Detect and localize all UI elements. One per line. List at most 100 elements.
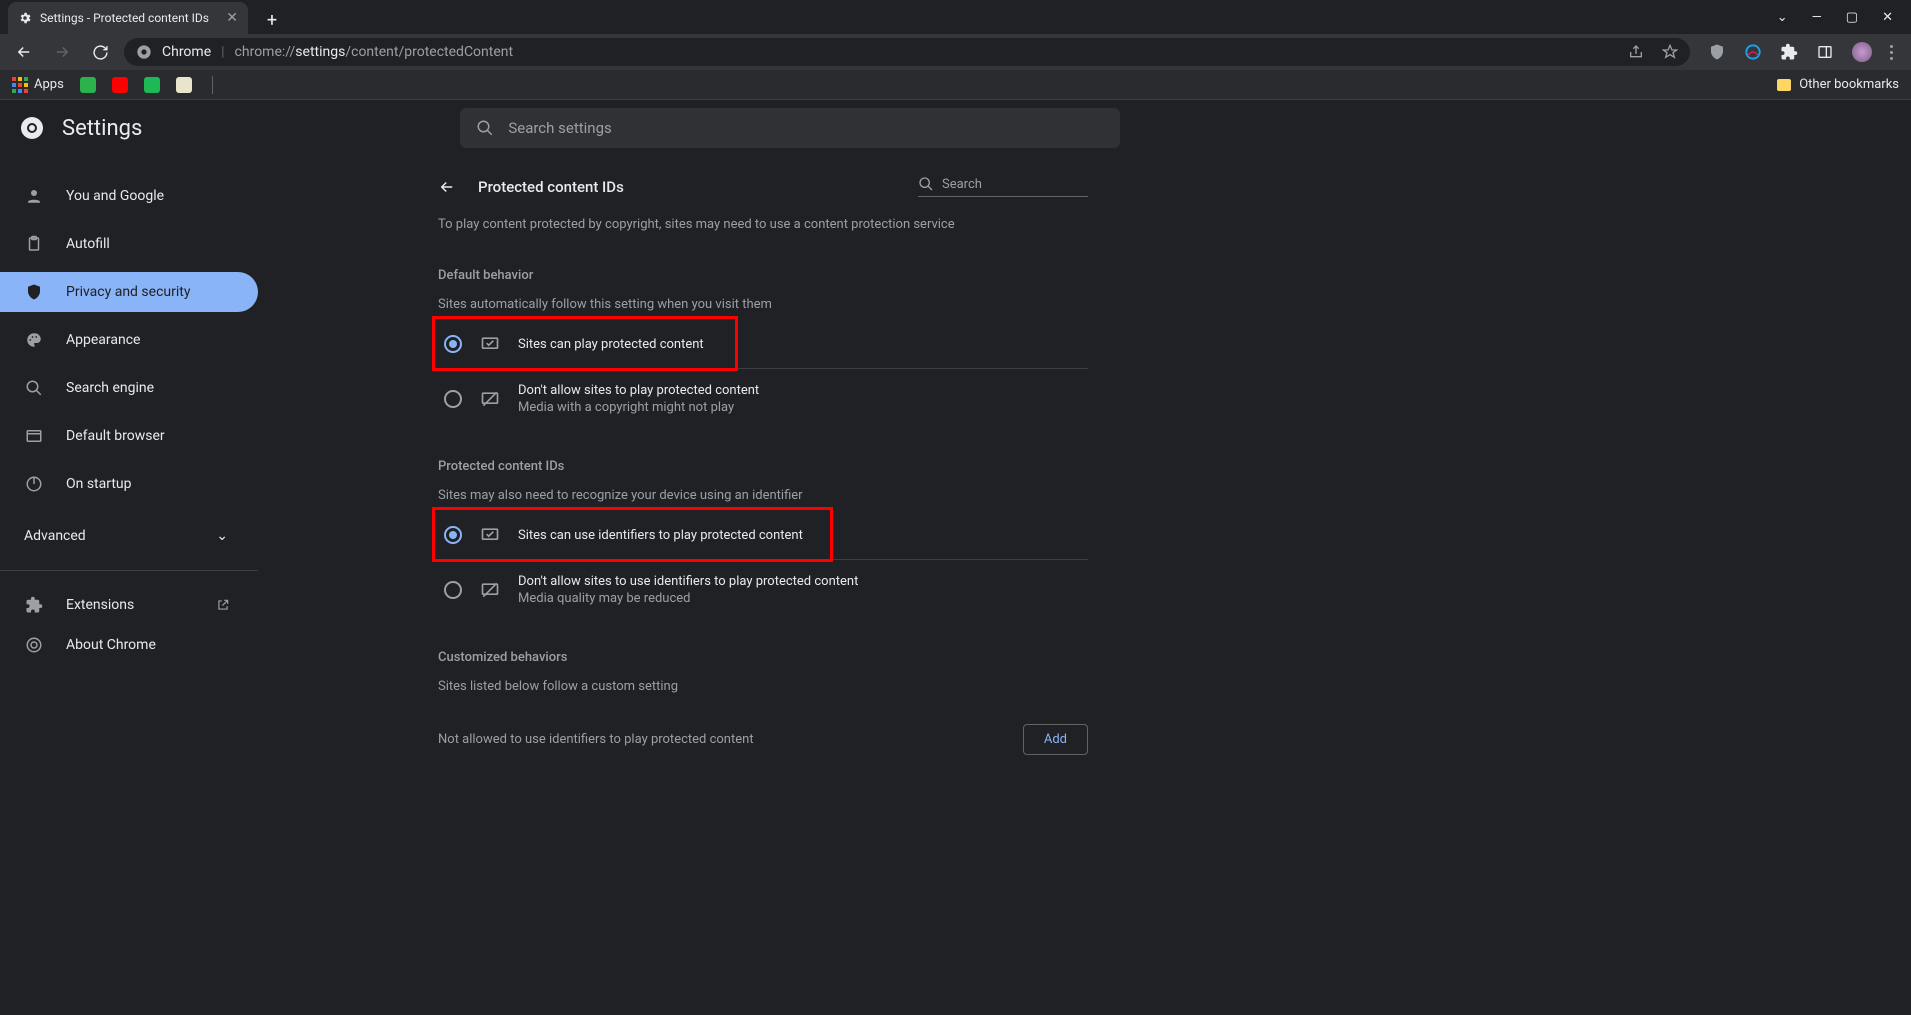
radio-selected-icon[interactable] (444, 335, 462, 353)
about-label: About Chrome (66, 637, 156, 653)
address-bar[interactable]: Chrome | chrome://settings/content/prote… (124, 38, 1690, 66)
browser-tab[interactable]: Settings - Protected content IDs ✕ (8, 2, 248, 34)
sidebar-advanced[interactable]: Advanced ⌄ (0, 516, 258, 556)
radio-selected-icon[interactable] (444, 526, 462, 544)
sidebar-label: Default browser (66, 428, 165, 444)
omnibox-site-label: Chrome (162, 44, 211, 60)
maximize-icon[interactable]: ▢ (1846, 10, 1858, 25)
sidebar-label: Privacy and security (66, 284, 190, 300)
panel-back-button[interactable] (438, 178, 458, 196)
power-icon (24, 474, 44, 494)
folder-icon (1777, 79, 1791, 91)
bookmark-item[interactable] (176, 77, 192, 93)
clipboard-icon (24, 234, 44, 254)
toolbar: Chrome | chrome://settings/content/prote… (0, 34, 1911, 70)
add-button[interactable]: Add (1023, 724, 1088, 755)
sidebar-item-search-engine[interactable]: Search engine (0, 368, 258, 408)
sidebar-item-you-and-google[interactable]: You and Google (0, 176, 258, 216)
sidebar-item-about[interactable]: About Chrome (0, 625, 258, 665)
puzzle-ext-icon[interactable] (1780, 43, 1798, 61)
default-behavior-title: Default behavior (438, 268, 1088, 283)
chrome-menu-icon[interactable] (1890, 45, 1893, 60)
search-placeholder: Search settings (508, 119, 611, 137)
other-bookmarks-folder[interactable]: Other bookmarks (1777, 77, 1899, 92)
circle-ext-icon[interactable] (1744, 43, 1762, 61)
sidebar-divider (0, 570, 258, 571)
close-window-icon[interactable]: ✕ (1882, 10, 1893, 25)
apps-grid-icon (12, 77, 28, 93)
panel-title: Protected content IDs (478, 178, 624, 196)
sidebar-item-privacy-security[interactable]: Privacy and security (0, 272, 258, 312)
minimize-icon[interactable]: — (1812, 10, 1822, 25)
chrome-logo-icon (20, 116, 44, 140)
settings-main: Protected content IDs Search To play con… (258, 156, 1911, 1015)
panel-search-placeholder: Search (942, 177, 982, 192)
screen-check-icon (480, 525, 500, 545)
apps-shortcut[interactable]: Apps (12, 77, 64, 93)
option-label: Don't allow sites to use identifiers to … (518, 574, 858, 589)
back-button[interactable] (10, 38, 38, 66)
new-tab-button[interactable]: + (258, 6, 286, 34)
chrome-icon (136, 44, 152, 60)
sidebar-item-on-startup[interactable]: On startup (0, 464, 258, 504)
shield-ext-icon[interactable] (1708, 43, 1726, 61)
sidebar-item-default-browser[interactable]: Default browser (0, 416, 258, 456)
panel-intro: To play content protected by copyright, … (438, 217, 1088, 232)
protected-content-panel: Protected content IDs Search To play con… (438, 176, 1088, 755)
external-link-icon (216, 598, 230, 612)
bookmark-favicon (144, 77, 160, 93)
bookmark-favicon (80, 77, 96, 93)
chrome-outline-icon (24, 635, 44, 655)
close-tab-icon[interactable]: ✕ (226, 10, 238, 26)
settings-sidebar: You and Google Autofill Privacy and secu… (0, 156, 258, 1015)
settings-title: Settings (62, 116, 142, 141)
puzzle-icon (24, 595, 44, 615)
bookmark-item[interactable] (80, 77, 96, 93)
ids-title: Protected content IDs (438, 459, 1088, 474)
not-allowed-text: Not allowed to use identifiers to play p… (438, 732, 754, 747)
gear-icon (18, 11, 32, 25)
option-allow-ids[interactable]: Sites can use identifiers to play protec… (438, 511, 1088, 560)
forward-button[interactable] (48, 38, 76, 66)
tab-search-icon[interactable]: ⌄ (1777, 10, 1788, 25)
shield-icon (24, 282, 44, 302)
search-icon (476, 119, 494, 137)
sidebar-label: You and Google (66, 188, 164, 204)
bookmark-item[interactable] (144, 77, 160, 93)
settings-header: Settings Search settings (0, 100, 1911, 156)
option-block-protected[interactable]: Don't allow sites to play protected cont… (438, 369, 1088, 429)
settings-search[interactable]: Search settings (460, 108, 1120, 148)
option-label: Sites can use identifiers to play protec… (518, 528, 803, 543)
profile-avatar[interactable] (1852, 42, 1872, 62)
custom-sub: Sites listed below follow a custom setti… (438, 679, 1088, 694)
custom-title: Customized behaviors (438, 650, 1088, 665)
option-sub: Media quality may be reduced (518, 591, 858, 606)
palette-icon (24, 330, 44, 350)
ids-sub: Sites may also need to recognize your de… (438, 488, 1088, 503)
option-block-ids[interactable]: Don't allow sites to use identifiers to … (438, 560, 1088, 620)
radio-unselected-icon[interactable] (444, 581, 462, 599)
sidebar-item-autofill[interactable]: Autofill (0, 224, 258, 264)
bookmark-item[interactable] (112, 77, 128, 93)
panel-search[interactable]: Search (918, 176, 1088, 197)
sidebar-label: Autofill (66, 236, 110, 252)
screen-off-icon (480, 580, 500, 600)
window-controls: ⌄ — ▢ ✕ (1777, 0, 1911, 34)
search-icon (918, 176, 934, 192)
bookmarks-bar: Apps Other bookmarks (0, 70, 1911, 100)
share-icon[interactable] (1628, 44, 1644, 60)
extensions-label: Extensions (66, 597, 134, 613)
sidepanel-icon[interactable] (1816, 43, 1834, 61)
reload-button[interactable] (86, 38, 114, 66)
advanced-label: Advanced (24, 528, 86, 544)
search-icon (24, 378, 44, 398)
sidebar-label: On startup (66, 476, 132, 492)
bookmark-favicon (176, 77, 192, 93)
person-icon (24, 186, 44, 206)
sidebar-item-appearance[interactable]: Appearance (0, 320, 258, 360)
radio-unselected-icon[interactable] (444, 390, 462, 408)
option-play-protected[interactable]: Sites can play protected content (438, 320, 1088, 369)
sidebar-item-extensions[interactable]: Extensions (0, 585, 258, 625)
option-label: Don't allow sites to play protected cont… (518, 383, 759, 398)
bookmark-star-icon[interactable] (1662, 44, 1678, 60)
